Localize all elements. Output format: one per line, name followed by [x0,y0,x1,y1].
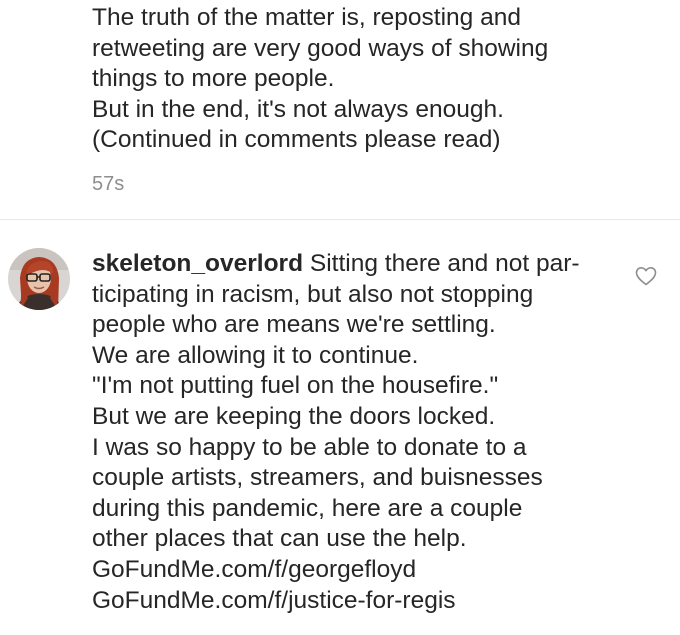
comment-first-line: skeleton_overlord Sitting there and not … [92,249,622,280]
comment-link[interactable]: GoFundMe.com/f/justice-for-regis [92,586,622,617]
comment-body: skeleton_overlord Sitting there and not … [92,249,622,616]
comment-text-line: The truth of the matter is, reposting an… [92,4,521,31]
comment-text-line: ticipating in racism, but also not stopp… [92,280,534,308]
comment-text-line: "I'm not putting fuel on the housefire." [92,372,499,400]
comment-timestamp[interactable]: 57s [92,173,124,196]
avatar[interactable] [8,248,70,310]
comment-text-line: during this pandemic, here are a couple [92,494,523,522]
comment-username[interactable]: skeleton_overlord [92,250,303,277]
comment-text-line: things to more people. [92,65,335,92]
comment-text-line: other places that can use the help. [92,525,467,553]
like-button[interactable] [634,264,658,288]
comment-link[interactable]: GoFundMe.com/f/georgefloyd [92,555,622,586]
comment-text-line: people who are means we're settling. [92,311,496,339]
comment-text-line: couple artists, streamers, and buisnesse… [92,464,543,492]
comment-divider [0,219,680,220]
comment-text-line: But we are keeping the doors locked. [92,402,496,430]
comment-text-line: (Continued in comments please read) [92,126,501,153]
comment-text-line: We are allowing it to continue. [92,341,419,369]
comment-text-line: Sitting there and not par- [303,250,580,277]
comment-text-line: But in the end, it's not always enough. [92,95,504,123]
comment-text-line: retweeting are very good ways of showing [92,34,549,62]
user-avatar-icon [8,248,70,310]
comment-body-previous: The truth of the matter is, reposting an… [92,3,652,156]
heart-outline-icon [635,267,657,286]
comment-text-line: I was so happy to be able to donate to a [92,433,527,461]
